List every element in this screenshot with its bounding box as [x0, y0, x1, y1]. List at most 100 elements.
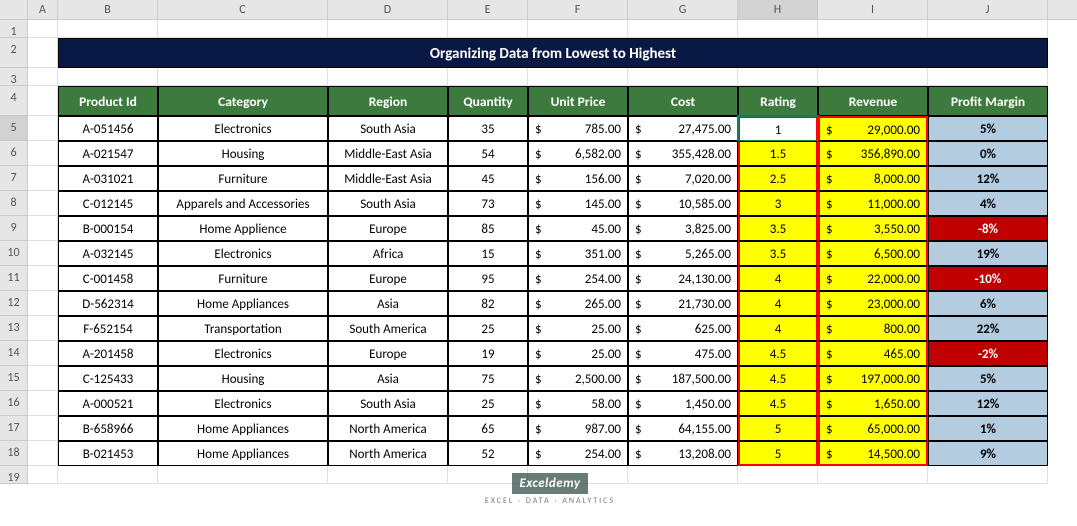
cell-revenue[interactable]: $65,000.00 [818, 416, 928, 441]
cell[interactable] [158, 20, 328, 38]
cell-quantity[interactable]: 52 [448, 441, 528, 466]
table-header[interactable]: Rating [738, 86, 818, 116]
cell-category[interactable]: Electronics [158, 241, 328, 266]
cell-rating[interactable]: 4 [738, 266, 818, 291]
cell-region[interactable]: Europe [328, 216, 448, 241]
cell[interactable] [818, 68, 928, 86]
cell-region[interactable]: North America [328, 416, 448, 441]
cell-region[interactable]: Asia [328, 291, 448, 316]
cell-category[interactable]: Furniture [158, 266, 328, 291]
cell-region[interactable]: Africa [328, 241, 448, 266]
cell-product-id[interactable]: A-021547 [58, 141, 158, 166]
cell-category[interactable]: Home Appliances [158, 416, 328, 441]
row-header-10[interactable]: 10 [0, 241, 28, 266]
cell-product-id[interactable]: C-125433 [58, 366, 158, 391]
cell-product-id[interactable]: B-000154 [58, 216, 158, 241]
cell-revenue[interactable]: $197,000.00 [818, 366, 928, 391]
cell-revenue[interactable]: $8,000.00 [818, 166, 928, 191]
table-header[interactable]: Unit Price [528, 86, 628, 116]
table-header[interactable]: Product Id [58, 86, 158, 116]
column-header-B[interactable]: B [58, 0, 158, 19]
cell-profit-margin[interactable]: 12% [928, 391, 1048, 416]
row-header-12[interactable]: 12 [0, 291, 28, 316]
cell-category[interactable]: Electronics [158, 116, 328, 141]
table-header[interactable]: Profit Margin [928, 86, 1048, 116]
cell[interactable] [28, 141, 58, 166]
cell-rating[interactable]: 5 [738, 441, 818, 466]
cell[interactable] [58, 20, 158, 38]
cell-product-id[interactable]: D-562314 [58, 291, 158, 316]
row-header-11[interactable]: 11 [0, 266, 28, 291]
cell-category[interactable]: Home Appliances [158, 441, 328, 466]
cell[interactable] [28, 166, 58, 191]
cell-cost[interactable]: $64,155.00 [628, 416, 738, 441]
cell-profit-margin[interactable]: 22% [928, 316, 1048, 341]
cell-category[interactable]: Transportation [158, 316, 328, 341]
table-header[interactable]: Cost [628, 86, 738, 116]
cell-region[interactable]: South Asia [328, 191, 448, 216]
cell-unit-price[interactable]: $265.00 [528, 291, 628, 316]
cell-quantity[interactable]: 35 [448, 116, 528, 141]
cell[interactable] [28, 86, 58, 116]
column-header-E[interactable]: E [448, 0, 528, 19]
table-header[interactable]: Region [328, 86, 448, 116]
cell-profit-margin[interactable]: 4% [928, 191, 1048, 216]
cell-cost[interactable]: $21,730.00 [628, 291, 738, 316]
cell-rating[interactable]: 4 [738, 291, 818, 316]
cell-region[interactable]: Europe [328, 341, 448, 366]
cell-quantity[interactable]: 45 [448, 166, 528, 191]
cell-product-id[interactable]: A-000521 [58, 391, 158, 416]
cell[interactable] [628, 68, 738, 86]
cell-category[interactable]: Housing [158, 366, 328, 391]
row-header-9[interactable]: 9 [0, 216, 28, 241]
row-header-16[interactable]: 16 [0, 391, 28, 416]
cell[interactable] [328, 466, 448, 484]
cell-profit-margin[interactable]: 5% [928, 366, 1048, 391]
column-header-C[interactable]: C [158, 0, 328, 19]
cell-profit-margin[interactable]: 12% [928, 166, 1048, 191]
cell-quantity[interactable]: 15 [448, 241, 528, 266]
cell-rating[interactable]: 3.5 [738, 216, 818, 241]
cell-region[interactable]: North America [328, 441, 448, 466]
row-header-2[interactable]: 2 [0, 38, 28, 68]
cell-cost[interactable]: $24,130.00 [628, 266, 738, 291]
cell-quantity[interactable]: 25 [448, 391, 528, 416]
cell-cost[interactable]: $13,208.00 [628, 441, 738, 466]
cell-rating[interactable]: 4.5 [738, 391, 818, 416]
cell-unit-price[interactable]: $351.00 [528, 241, 628, 266]
cell-cost[interactable]: $7,020.00 [628, 166, 738, 191]
cell[interactable] [528, 68, 628, 86]
cell-rating[interactable]: 1 [738, 116, 818, 141]
cell[interactable] [738, 68, 818, 86]
cell[interactable] [28, 216, 58, 241]
cell-rating[interactable]: 3 [738, 191, 818, 216]
cell-revenue[interactable]: $14,500.00 [818, 441, 928, 466]
cell[interactable] [28, 316, 58, 341]
cell-rating[interactable]: 1.5 [738, 141, 818, 166]
cell-category[interactable]: Apparels and Accessories [158, 191, 328, 216]
cell-cost[interactable]: $10,585.00 [628, 191, 738, 216]
cell-quantity[interactable]: 54 [448, 141, 528, 166]
cell[interactable] [28, 116, 58, 141]
cell[interactable] [28, 291, 58, 316]
cell[interactable] [28, 20, 58, 38]
cell-quantity[interactable]: 25 [448, 316, 528, 341]
cell-region[interactable]: South America [328, 316, 448, 341]
table-header[interactable]: Revenue [818, 86, 928, 116]
cell[interactable] [818, 20, 928, 38]
cell-category[interactable]: Home Appliances [158, 291, 328, 316]
table-header[interactable]: Category [158, 86, 328, 116]
cell[interactable] [158, 68, 328, 86]
cell-product-id[interactable]: B-021453 [58, 441, 158, 466]
cell[interactable] [28, 391, 58, 416]
cell[interactable] [28, 191, 58, 216]
row-header-15[interactable]: 15 [0, 366, 28, 391]
cell-product-id[interactable]: A-031021 [58, 166, 158, 191]
cell-rating[interactable]: 2.5 [738, 166, 818, 191]
cell[interactable] [448, 466, 528, 484]
row-header-3[interactable]: 3 [0, 68, 28, 86]
cell-cost[interactable]: $475.00 [628, 341, 738, 366]
cell-cost[interactable]: $3,825.00 [628, 216, 738, 241]
cell-product-id[interactable]: A-032145 [58, 241, 158, 266]
cell-unit-price[interactable]: $987.00 [528, 416, 628, 441]
